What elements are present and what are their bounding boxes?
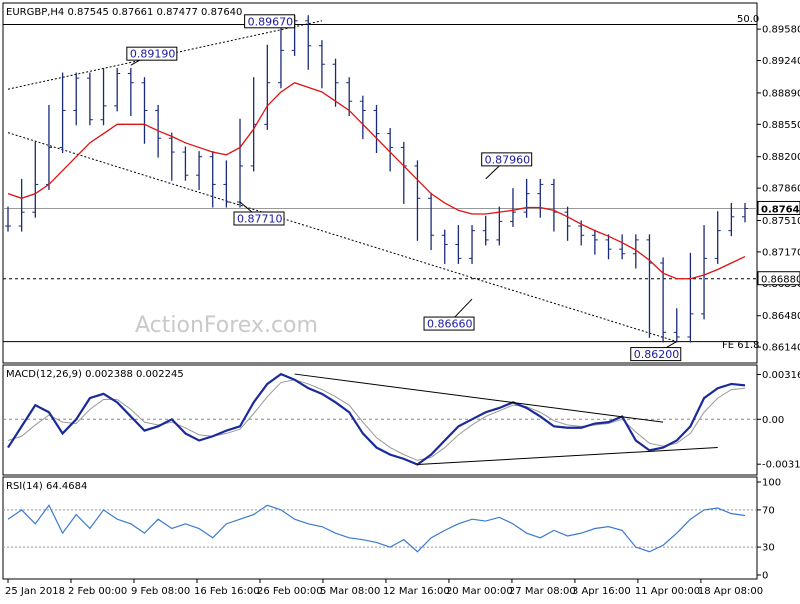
x-tick-label: 16 Feb 16:00 xyxy=(194,586,260,597)
x-tick-label: 27 Mar 08:00 xyxy=(509,586,576,597)
chart-header: EURGBP,H4 0.87545 0.87661 0.87477 0.8764… xyxy=(6,7,242,18)
annotation-label: 0.87960 xyxy=(485,153,531,166)
rsi-tick-label: 100 xyxy=(762,478,781,489)
x-tick-label: 20 Mar 00:00 xyxy=(446,586,513,597)
x-tick-label: 2 Feb 00:00 xyxy=(68,586,127,597)
annotation-label: 0.89190 xyxy=(130,48,176,61)
price-tick-label: 0.88890 xyxy=(762,88,800,99)
fib-50-label: 50.0 xyxy=(737,14,759,25)
rsi-tick-label: 30 xyxy=(762,543,775,554)
rsi-panel xyxy=(2,476,758,580)
price-tick-label: 0.88550 xyxy=(762,120,800,131)
rsi-tick-label: 0 xyxy=(762,571,768,582)
eurgbp-chart: ActionForex.com 0.89670 0.89190 0.87710 0.8… xyxy=(0,0,800,600)
price-tick-label: 0.86480 xyxy=(762,311,800,322)
price-tick-label: 0.89580 xyxy=(762,25,800,36)
x-tick-label: 5 Mar 08:00 xyxy=(320,586,380,597)
price-panel xyxy=(2,2,758,364)
current-price-label: 0.87640 xyxy=(761,204,800,215)
annotation-label: 0.87710 xyxy=(237,212,283,225)
rsi-title: RSI(14) 64.4684 xyxy=(6,481,87,492)
x-axis-group: 25 Jan 2018 2 Feb 00:00 9 Feb 08:00 16 Feb … xyxy=(5,579,763,597)
x-tick-label: 18 Apr 08:00 xyxy=(698,586,763,597)
price-tick-label: 0.87510 xyxy=(762,216,800,227)
price-tick-label: 0.88200 xyxy=(762,152,800,163)
watermark: ActionForex.com xyxy=(135,313,318,338)
macd-tick-label: 0.00 xyxy=(762,415,784,426)
x-tick-label: 3 Apr 16:00 xyxy=(572,586,631,597)
x-tick-label: 12 Mar 16:00 xyxy=(383,586,450,597)
x-tick-label: 26 Feb 00:00 xyxy=(257,586,323,597)
x-tick-label: 25 Jan 2018 xyxy=(5,586,65,597)
macd-tick-label: 0.003169 xyxy=(762,370,800,381)
macd-tick-label: -0.003177 xyxy=(762,460,800,471)
support-level-label: 0.86880 xyxy=(761,275,800,286)
annotation-label: 0.86200 xyxy=(634,348,680,361)
price-tick-label: 0.86140 xyxy=(762,343,800,354)
x-tick-label: 9 Feb 08:00 xyxy=(131,586,190,597)
x-tick-label: 11 Apr 00:00 xyxy=(635,586,700,597)
annotation-label: 0.86660 xyxy=(427,318,473,331)
annotation-label: 0.89670 xyxy=(248,15,294,28)
annotation-0.89670: 0.89670 xyxy=(244,14,296,29)
price-tick-label: 0.87170 xyxy=(762,247,800,258)
price-tick-label: 0.89240 xyxy=(762,56,800,67)
macd-title: MACD(12,26,9) 0.002388 0.002245 xyxy=(6,369,184,380)
fib-618-label: FE 61.8 xyxy=(722,340,760,351)
chart-canvas: ActionForex.com 0.89670 0.89190 0.87710 0.8… xyxy=(2,2,800,597)
rsi-tick-label: 70 xyxy=(762,505,775,516)
price-tick-label: 0.87860 xyxy=(762,184,800,195)
price-axis-ticks: 0.89580 0.89240 0.88890 0.88550 0.88200 0.878… xyxy=(757,25,800,354)
